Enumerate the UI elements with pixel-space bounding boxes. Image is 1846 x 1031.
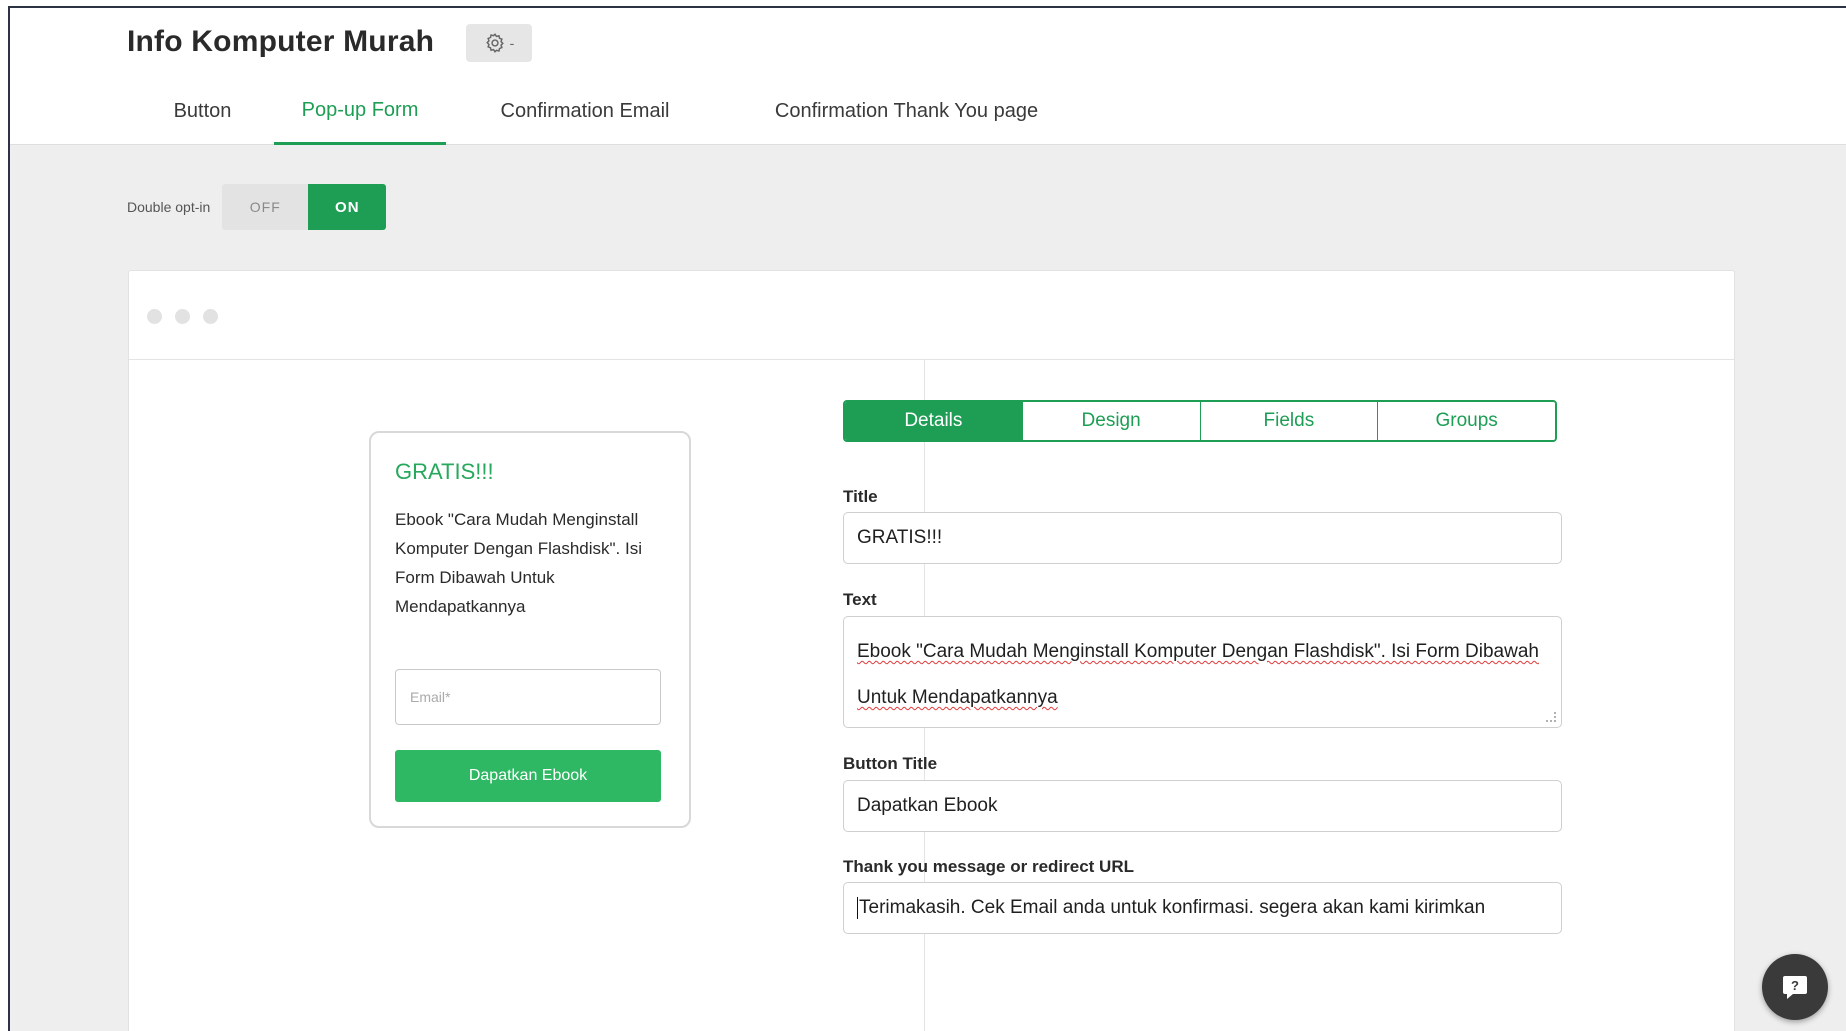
gear-icon (485, 33, 504, 53)
preview-text: Ebook "Cara Mudah Menginstall Komputer D… (395, 510, 642, 616)
text-field[interactable]: Ebook "Cara Mudah Menginstall Komputer D… (843, 616, 1562, 728)
settings-dropdown-button[interactable]: - (466, 24, 532, 62)
double-optin-toggle[interactable]: OFF ON (222, 184, 387, 230)
window-dot-icon (147, 309, 162, 324)
window-dot-icon (175, 309, 190, 324)
browser-mock-bar (129, 271, 1734, 360)
tab-confirmation-email[interactable]: Confirmation Email (446, 78, 724, 145)
chevron-down-icon: - (509, 35, 515, 51)
tab-fields[interactable]: Fields (1199, 402, 1378, 440)
toggle-on-option[interactable]: ON (308, 184, 387, 230)
help-chat-button[interactable]: ? (1762, 954, 1828, 1020)
tab-groups[interactable]: Groups (1377, 402, 1555, 440)
toggle-off-option[interactable]: OFF (222, 184, 309, 230)
button-title-field[interactable]: Dapatkan Ebook (843, 780, 1562, 832)
tab-popup-form[interactable]: Pop-up Form (274, 78, 446, 145)
app-window: Info Komputer Murah - Button Pop-up Form… (8, 6, 1846, 1031)
tab-design[interactable]: Design (1021, 402, 1200, 440)
tab-button[interactable]: Button (131, 78, 274, 145)
page-title: Info Komputer Murah (127, 25, 435, 58)
preview-email-input: Email* (395, 669, 661, 725)
thankyou-field-label: Thank you message or redirect URL (843, 857, 1134, 876)
thankyou-field[interactable]: Terimakasih. Cek Email anda untuk konfir… (843, 882, 1562, 934)
tab-confirmation-thank-you[interactable]: Confirmation Thank You page (724, 78, 1089, 145)
button-title-field-label: Button Title (843, 754, 938, 773)
window-dot-icon (203, 309, 218, 324)
window-left-margin (0, 0, 8, 1031)
double-optin-row: Double opt-in OFF ON (127, 184, 387, 230)
text-cursor (857, 897, 858, 919)
title-field-label: Title (843, 487, 878, 506)
svg-text:?: ? (1791, 978, 1799, 993)
main-tabs: Button Pop-up Form Confirmation Email Co… (131, 78, 1089, 145)
header: Info Komputer Murah - Button Pop-up Form… (10, 8, 1846, 145)
text-field-value: Ebook "Cara Mudah Menginstall Komputer D… (857, 641, 1539, 708)
popup-preview-card: GRATIS!!! Ebook "Cara Mudah Menginstall … (369, 431, 691, 828)
text-field-label: Text (843, 590, 877, 609)
preview-title: GRATIS!!! (395, 459, 494, 484)
preview-submit-button: Dapatkan Ebook (395, 750, 661, 802)
thankyou-field-value: Terimakasih. Cek Email anda untuk konfir… (859, 897, 1486, 918)
settings-tabs: Details Design Fields Groups (843, 400, 1557, 442)
help-chat-icon: ? (1783, 976, 1807, 999)
double-optin-label: Double opt-in (127, 199, 211, 215)
resize-grip-icon[interactable] (1545, 711, 1557, 723)
window-dots (147, 309, 218, 324)
title-field[interactable]: GRATIS!!! (843, 512, 1562, 564)
tab-details[interactable]: Details (845, 402, 1022, 440)
